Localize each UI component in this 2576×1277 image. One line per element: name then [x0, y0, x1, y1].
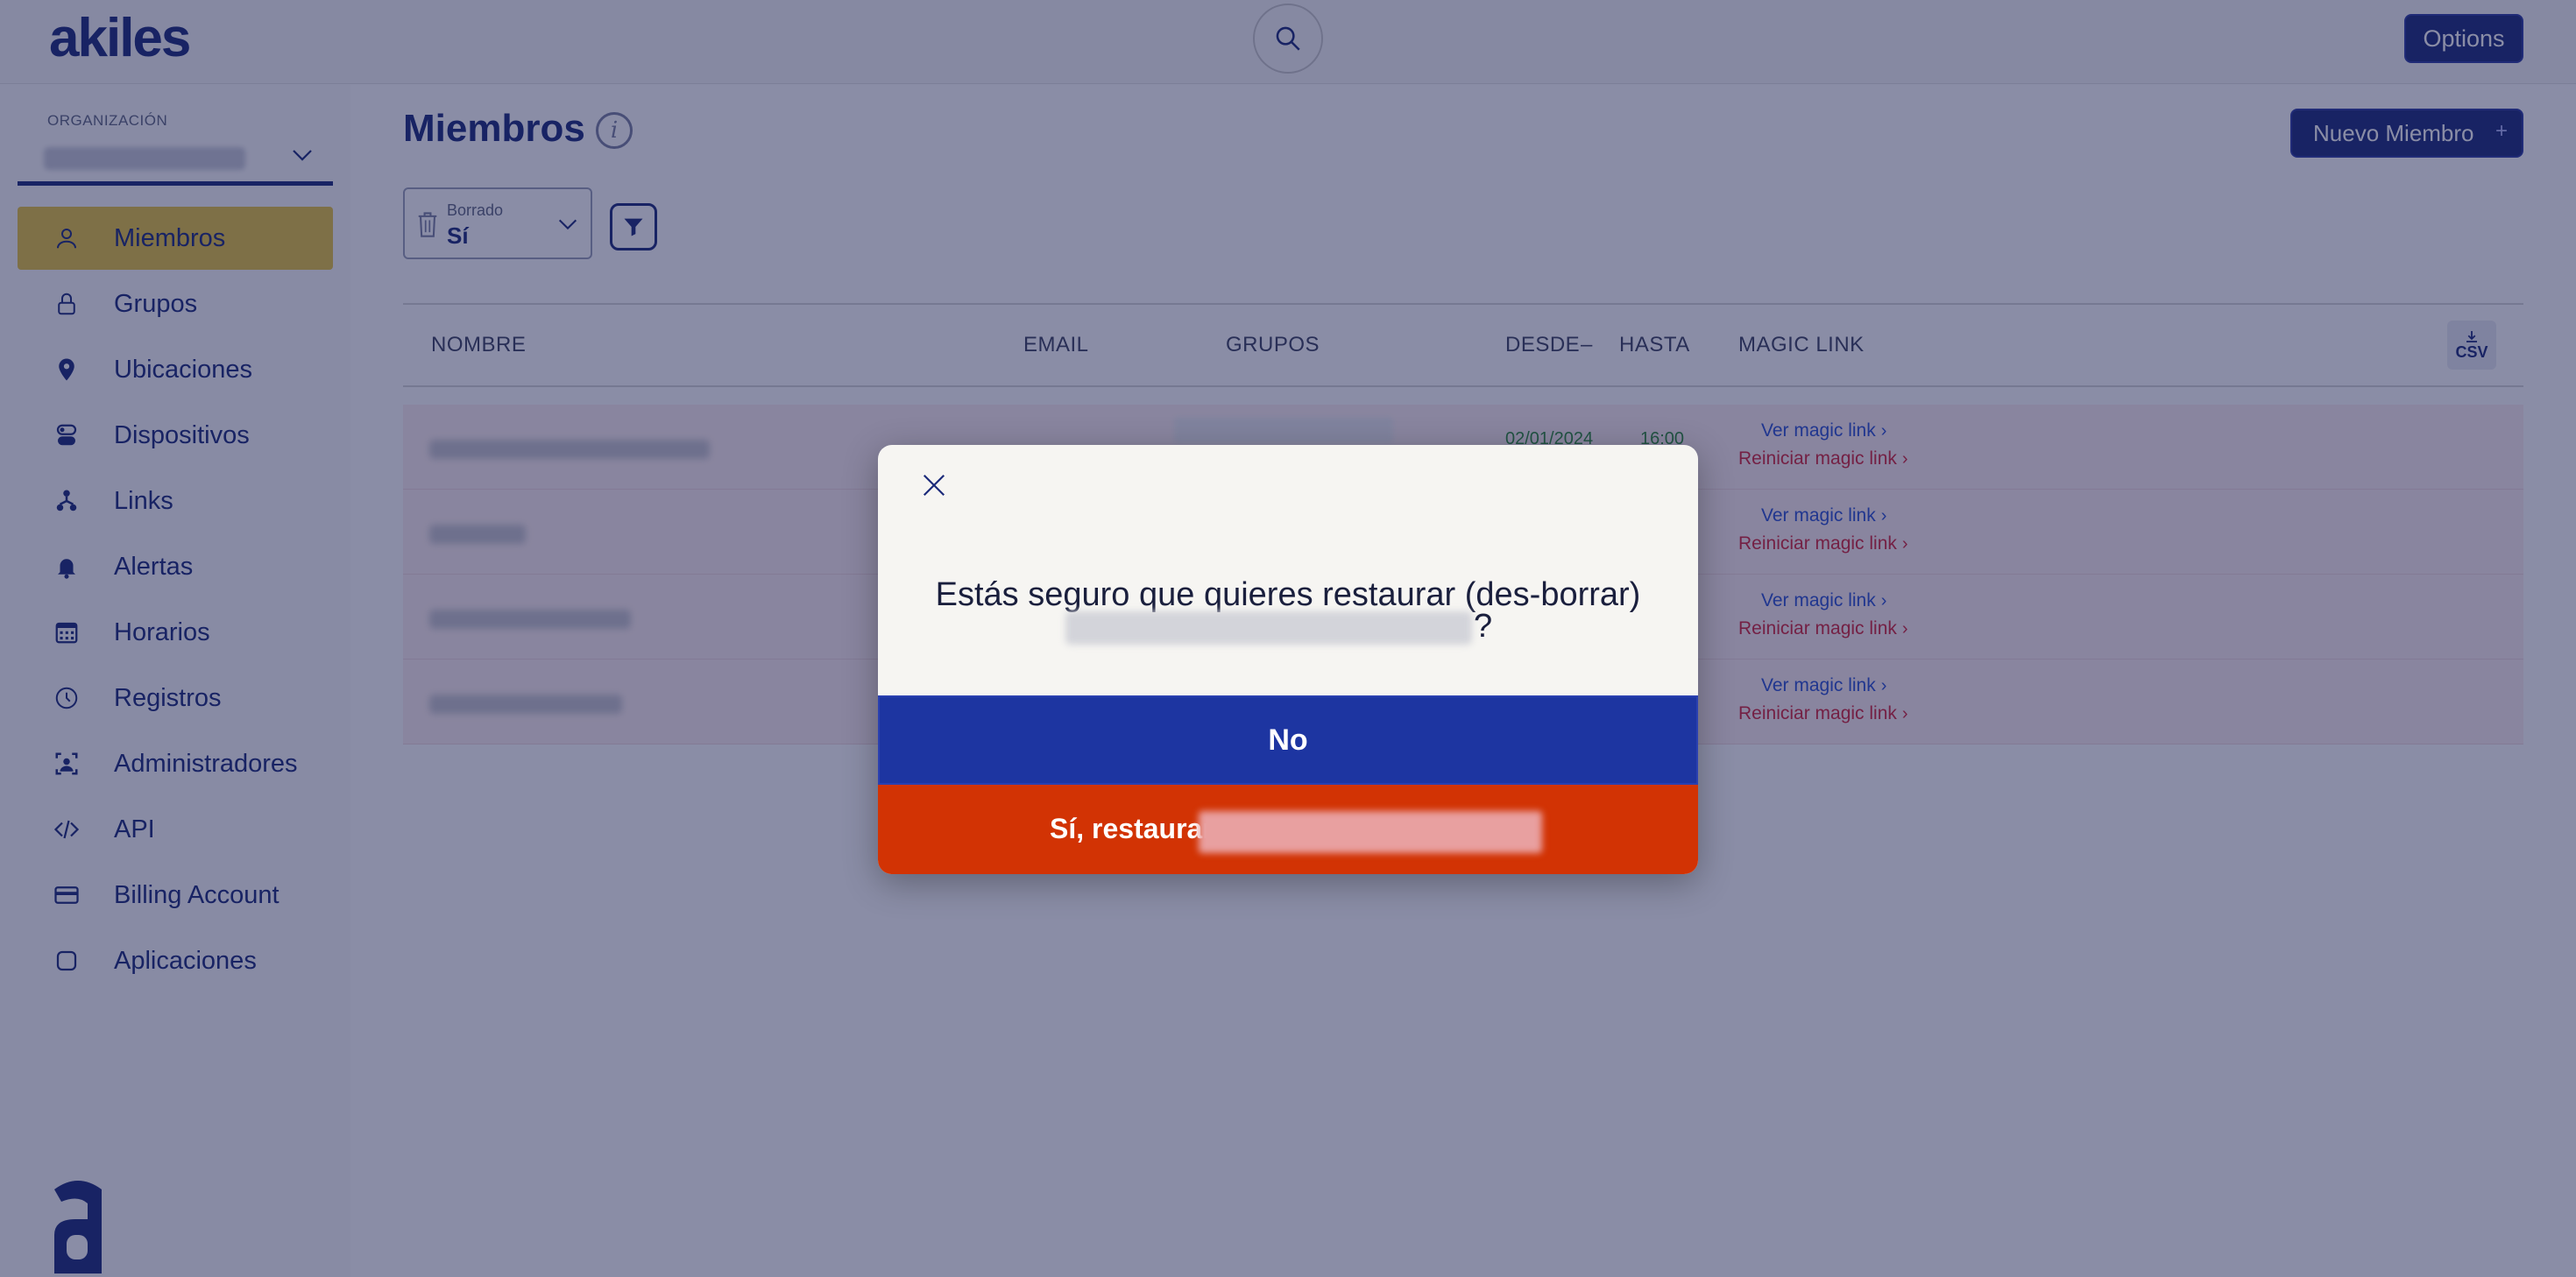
close-icon — [923, 474, 945, 497]
confirm-restore-label: Sí, restaurar — [1050, 813, 1214, 844]
member-name-redacted — [1065, 611, 1472, 645]
close-button[interactable] — [913, 464, 955, 506]
confirm-restore-button[interactable]: Sí, restaurar — [878, 785, 1698, 874]
confirm-message: Estás seguro que quieres restaurar (des-… — [935, 576, 1641, 613]
restore-confirm-dialog: Estás seguro que quieres restaurar (des-… — [878, 445, 1698, 874]
question-mark: ? — [1474, 608, 1493, 645]
no-button[interactable]: No — [878, 695, 1698, 785]
member-name-redacted — [1199, 811, 1542, 853]
